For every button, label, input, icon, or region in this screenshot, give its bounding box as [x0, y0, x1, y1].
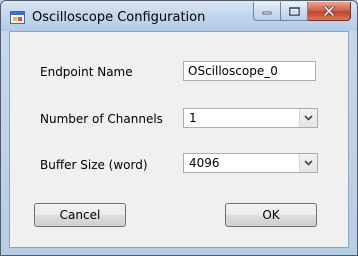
maximize-button[interactable]: [280, 2, 308, 21]
buffer-size-select[interactable]: 4096: [183, 153, 318, 173]
close-icon: [323, 6, 335, 16]
close-button[interactable]: [308, 2, 351, 21]
title-bar[interactable]: Oscilloscope Configuration: [1, 1, 357, 31]
number-of-channels-select[interactable]: 1: [183, 108, 318, 128]
number-of-channels-dropdown-button[interactable]: [299, 109, 317, 127]
number-of-channels-label: Number of Channels: [40, 112, 163, 126]
caption-buttons: [253, 2, 351, 21]
window-title: Oscilloscope Configuration: [32, 10, 206, 25]
app-icon: [10, 11, 25, 24]
endpoint-name-label: Endpoint Name: [40, 65, 133, 79]
cancel-button[interactable]: Cancel: [34, 203, 126, 227]
buffer-size-value: 4096: [184, 154, 300, 172]
endpoint-name-input[interactable]: OScilloscope_0: [183, 61, 316, 81]
minimize-icon: [262, 11, 272, 15]
chevron-down-icon: [304, 115, 313, 121]
ok-button[interactable]: OK: [225, 203, 317, 227]
dialog-window: Oscilloscope Configuration Endpoint Name…: [0, 0, 358, 256]
buffer-size-dropdown-button[interactable]: [299, 154, 317, 172]
minimize-button[interactable]: [253, 2, 280, 21]
maximize-icon: [288, 6, 300, 16]
number-of-channels-value: 1: [184, 109, 300, 127]
dialog-content: Endpoint Name OScilloscope_0 Number of C…: [9, 31, 349, 248]
chevron-down-icon: [304, 160, 313, 166]
buffer-size-label: Buffer Size (word): [40, 158, 148, 172]
